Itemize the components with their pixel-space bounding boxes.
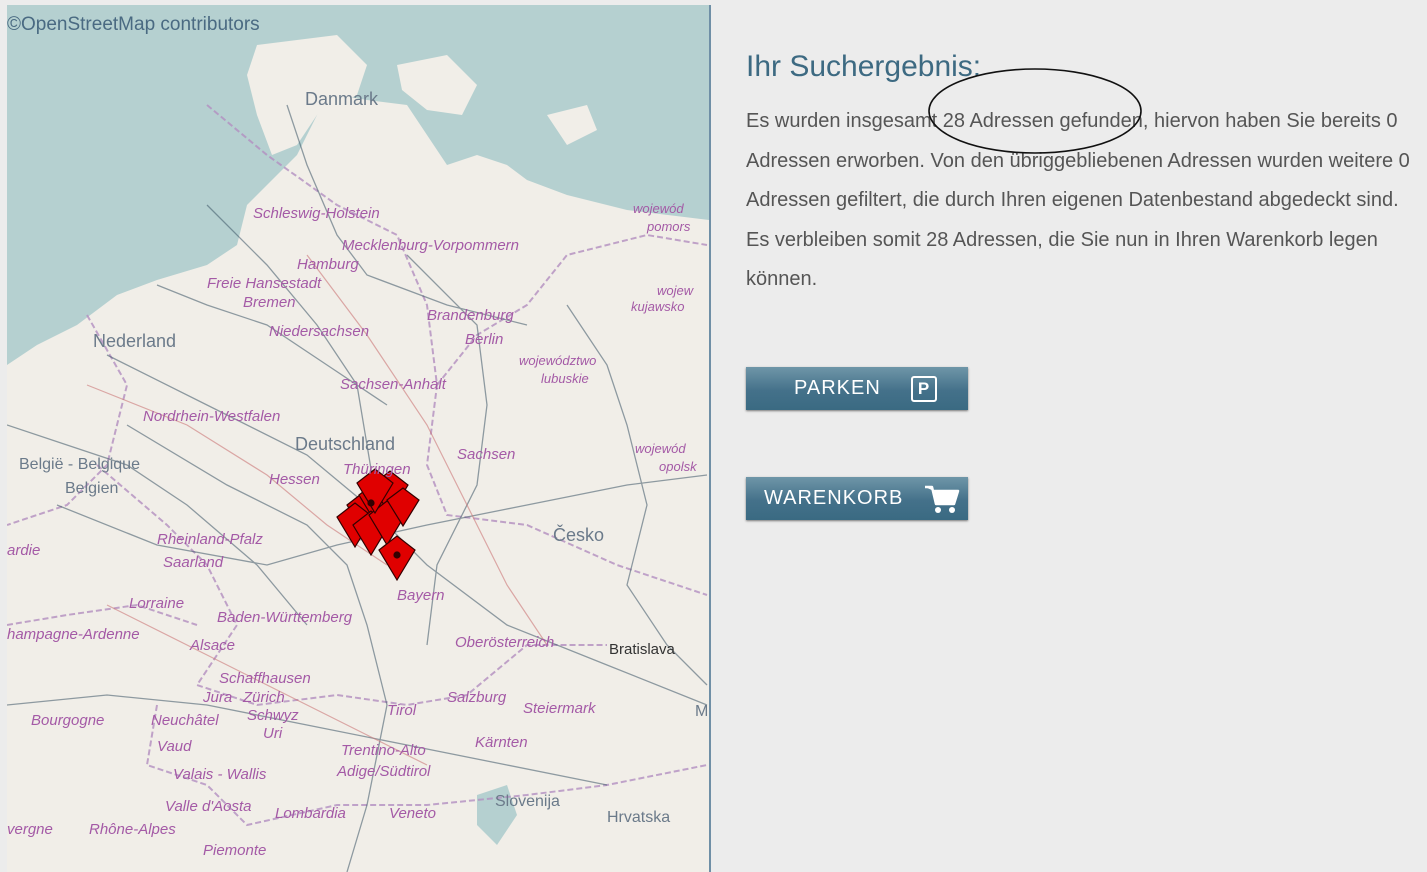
map-label: Thüringen xyxy=(343,461,411,478)
map-label: Adige/Südtirol xyxy=(337,763,431,780)
map-label: Trentino-Alto xyxy=(341,742,426,759)
map-label: Vaud xyxy=(157,738,192,755)
map-label: Saarland xyxy=(163,554,224,571)
map-label: ardie xyxy=(7,542,41,559)
map-label: Alsace xyxy=(190,637,236,654)
map-label: opolsk xyxy=(659,459,697,474)
map-label: België - Belgique xyxy=(19,456,140,473)
map-label: Oberösterreich xyxy=(455,634,555,651)
map-label: Hamburg xyxy=(297,256,359,273)
map-label: Veneto xyxy=(389,805,436,822)
map-label: województwo xyxy=(519,353,597,368)
map-label: Valle d'Aosta xyxy=(165,798,252,815)
map-label: vergne xyxy=(7,821,53,838)
map-label: Schwyz xyxy=(247,707,299,724)
map-label: wojewód xyxy=(633,201,684,216)
map-label: Schaffhausen xyxy=(219,670,311,687)
map-label: Sachsen xyxy=(457,446,516,463)
map-label: Neuchâtel xyxy=(151,712,219,729)
map-label: Valais - Wallis xyxy=(173,766,267,783)
marker-cluster xyxy=(336,468,420,582)
map-label: Niedersachsen xyxy=(269,323,370,340)
map-label: Mecklenburg-Vorpommern xyxy=(342,237,520,254)
map-label: hampagne-Ardenne xyxy=(7,626,140,643)
map-attribution[interactable]: ©OpenStreetMap contributors xyxy=(7,14,260,36)
map-label: Kärnten xyxy=(475,734,528,751)
map-label: Lombardia xyxy=(275,805,346,822)
map-label: lubuskie xyxy=(541,371,589,386)
map-label: Baden-Württemberg xyxy=(217,609,353,626)
panel-divider xyxy=(709,5,711,872)
map-label: Schleswig-Holstein xyxy=(253,205,380,222)
map-label: Nordrhein-Westfalen xyxy=(143,408,281,425)
parken-label: PARKEN xyxy=(794,377,881,399)
map-label: kujawsko xyxy=(631,299,685,314)
map-label: M xyxy=(695,703,709,720)
map-label: Steiermark xyxy=(523,700,596,717)
map-label: Slovenija xyxy=(495,793,560,810)
map-label: Rheinland-Pfalz xyxy=(157,531,263,548)
map-label: Berlin xyxy=(465,331,504,348)
map-label: Deutschland xyxy=(295,434,396,454)
parken-button[interactable]: PARKEN P xyxy=(746,367,968,410)
map-label: Freie Hansestadt xyxy=(207,275,322,292)
map-label: Salzburg xyxy=(447,689,507,706)
map-label: Tirol xyxy=(387,702,417,719)
warenkorb-button[interactable]: WARENKORB xyxy=(746,477,968,520)
map-label: Hrvatska xyxy=(607,809,671,826)
map-label: Hessen xyxy=(269,471,320,488)
map-label: Nederland xyxy=(93,331,177,351)
map-label: Belgien xyxy=(65,480,119,497)
shopping-cart-icon xyxy=(925,485,960,513)
map-label: wojewód xyxy=(635,441,686,456)
map-label: Česko xyxy=(553,525,605,545)
highlight-ellipse xyxy=(928,68,1142,154)
map-label: Danmark xyxy=(305,89,379,109)
map-label: Piemonte xyxy=(203,842,267,859)
map-label: Sachsen-Anhalt xyxy=(340,376,446,393)
map-label: Jura xyxy=(203,689,233,706)
map-label: pomors xyxy=(647,219,691,234)
parking-icon: P xyxy=(911,376,937,402)
map-label: Bratislava xyxy=(609,641,675,658)
map[interactable]: ©OpenStreetMap contributors Danmark Schl… xyxy=(7,5,709,872)
warenkorb-label: WARENKORB xyxy=(764,487,904,509)
map-label: Zürich xyxy=(243,689,285,706)
map-label: Uri xyxy=(263,725,283,742)
map-label: Brandenburg xyxy=(427,307,514,324)
map-label: Rhône-Alpes xyxy=(89,821,176,838)
map-label: Lorraine xyxy=(129,595,185,612)
map-label: Bremen xyxy=(243,294,296,311)
map-label: Bayern xyxy=(397,587,445,604)
map-label: wojew xyxy=(657,283,694,298)
map-label: Bourgogne xyxy=(31,712,105,729)
